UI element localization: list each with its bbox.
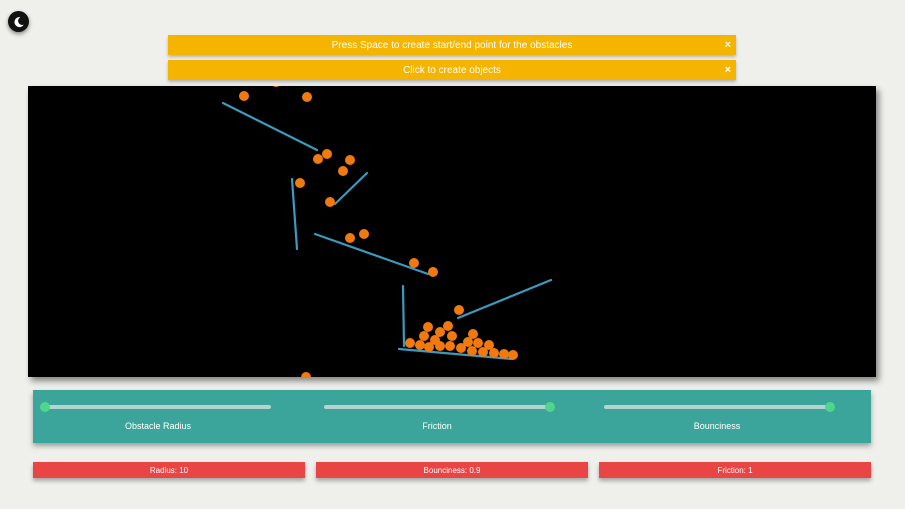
ball — [338, 166, 348, 176]
ball — [443, 321, 453, 331]
ball — [447, 331, 457, 341]
obstacle-radius-control: Obstacle Radius — [40, 390, 271, 443]
ball — [435, 341, 445, 351]
friction-label: Friction — [422, 421, 452, 431]
toast-text: Press Space to create start/end point fo… — [331, 39, 573, 51]
slider-thumb[interactable] — [825, 402, 835, 412]
ball — [463, 337, 473, 347]
ball — [489, 348, 499, 358]
theme-toggle-button[interactable] — [8, 11, 29, 32]
obstacle-line — [290, 177, 299, 251]
bounciness-slider[interactable] — [604, 402, 835, 412]
ball — [428, 267, 438, 277]
slider-thumb[interactable] — [545, 402, 555, 412]
ball — [424, 342, 434, 352]
friction-status: Friction: 1 — [599, 462, 871, 478]
ball — [359, 229, 369, 239]
ball — [467, 346, 477, 356]
friction-slider[interactable] — [324, 402, 555, 412]
ball — [302, 92, 312, 102]
ball — [419, 331, 429, 341]
ball — [405, 338, 415, 348]
obstacle-line — [221, 101, 319, 152]
slider-thumb[interactable] — [40, 402, 50, 412]
ball — [239, 91, 249, 101]
ball — [499, 349, 509, 359]
bounciness-status: Bounciness: 0.9 — [316, 462, 588, 478]
ball — [415, 340, 425, 350]
obstacle-line — [333, 171, 369, 206]
obstacle-radius-label: Obstacle Radius — [124, 421, 192, 431]
ball — [345, 155, 355, 165]
ball — [423, 322, 433, 332]
toast-obstacle-hint: Press Space to create start/end point fo… — [168, 35, 736, 55]
obstacle-line — [456, 278, 553, 320]
simulation-canvas[interactable] — [28, 86, 876, 377]
ball — [473, 338, 483, 348]
close-icon[interactable]: × — [725, 63, 731, 77]
bounciness-label: Bounciness — [693, 421, 741, 431]
toast-object-hint: Click to create objects × — [168, 60, 736, 80]
obstacle-line — [313, 232, 430, 276]
friction-control: Friction — [324, 390, 555, 443]
toast-text: Click to create objects — [403, 64, 501, 76]
radius-status: Radius: 10 — [33, 462, 305, 478]
ball — [345, 233, 355, 243]
obstacle-line — [401, 284, 406, 348]
close-icon[interactable]: × — [725, 38, 731, 52]
ball — [454, 305, 464, 315]
ball — [295, 178, 305, 188]
ball — [445, 341, 455, 351]
ball — [325, 197, 335, 207]
ball — [313, 154, 323, 164]
ball — [409, 258, 419, 268]
ball — [508, 350, 518, 360]
bounciness-control: Bounciness — [604, 390, 835, 443]
obstacle-radius-slider[interactable] — [40, 402, 271, 412]
ball — [322, 149, 332, 159]
ball — [273, 86, 279, 87]
ball — [478, 347, 488, 357]
ball — [301, 372, 311, 377]
moon-icon — [13, 16, 24, 27]
control-panel: Obstacle Radius Friction Bounciness — [33, 390, 871, 443]
